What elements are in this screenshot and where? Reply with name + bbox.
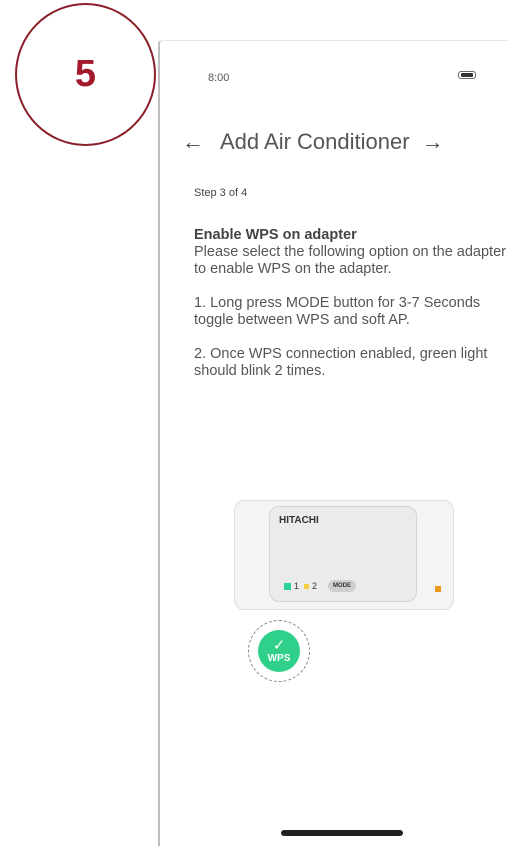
green-led-icon (284, 582, 291, 590)
step-number: 5 (74, 53, 97, 95)
status-time: 8:00 (208, 72, 230, 84)
instructions-intro: Please select the following option on th… (194, 244, 506, 277)
adapter-brand-logo: HITACHI (279, 515, 319, 526)
adapter-led-row: 1 2 MODE (284, 580, 357, 592)
page-header: ← Add Air Conditioner → (182, 127, 500, 157)
battery-level (461, 73, 473, 77)
wps-callout: ✓ WPS (248, 620, 310, 682)
adapter-body: HITACHI 1 2 MODE (269, 506, 441, 602)
instructions-heading: Enable WPS on adapter (194, 227, 357, 243)
step-indicator: Step 3 of 4 (194, 187, 248, 199)
battery-icon (458, 71, 476, 79)
wps-label: WPS (267, 652, 291, 664)
yellow-led-icon (304, 583, 310, 589)
arrow-right-icon[interactable]: → (422, 129, 446, 155)
instructions-step-1: 1. Long press MODE button for 3-7 Second… (194, 295, 481, 328)
phone-screen: 8:00 ← Add Air Conditioner → Step 3 of 4… (158, 40, 508, 846)
check-icon: ✓ (272, 636, 286, 654)
adapter-illustration: HITACHI 1 2 MODE (234, 500, 454, 610)
wps-badge: ✓ WPS (258, 630, 300, 672)
led-2-label: 2 (312, 581, 318, 591)
home-indicator (281, 830, 403, 836)
instructions: Enable WPS on adapter Please select the … (194, 227, 506, 397)
instructions-step-2: 2. Once WPS connection enabled, green li… (194, 346, 488, 379)
page-title: Add Air Conditioner (220, 129, 410, 154)
step-number-badge: 5 (15, 3, 156, 146)
mode-button: MODE (328, 580, 357, 592)
orange-led-icon (435, 586, 441, 592)
arrow-left-icon[interactable]: ← (182, 129, 206, 155)
led-1-label: 1 (294, 581, 300, 591)
